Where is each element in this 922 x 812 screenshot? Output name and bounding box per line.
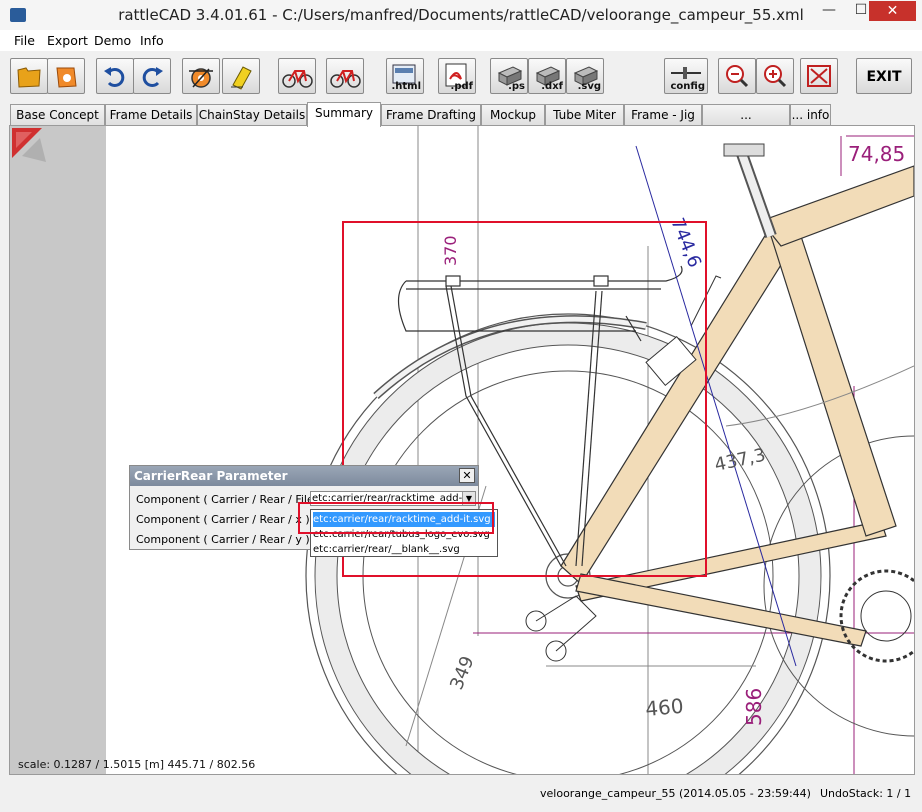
fit-to-window-icon [807, 65, 831, 87]
svg-label: .svg [577, 81, 601, 92]
html-label: .html [391, 81, 421, 92]
tab-tube-miter[interactable]: Tube Miter [545, 104, 624, 125]
zoom-in-button[interactable] [756, 58, 794, 94]
undo-stack-status: UndoStack: 1 / 1 [820, 787, 912, 800]
tab-base-concept[interactable]: Base Concept [10, 104, 105, 125]
menu-demo[interactable]: Demo [94, 33, 131, 48]
seat-clamp [723, 143, 765, 157]
scale-readout: scale: 0.1287 / 1.5015 [m] 445.71 / 802.… [18, 758, 256, 771]
export-pdf-button[interactable]: .pdf [438, 58, 476, 94]
dimension-top-tube: 437,3 [713, 445, 768, 476]
clear-button[interactable] [222, 58, 260, 94]
tab-chainstay-details[interactable]: ChainStay Details [197, 104, 307, 125]
title-bar: rattleCAD 3.4.01.61 - C:/Users/manfred/D… [0, 0, 922, 31]
bike-view-button[interactable] [278, 58, 316, 94]
menu-export[interactable]: Export [47, 33, 88, 48]
tab-mockup[interactable]: Mockup [481, 104, 545, 125]
menu-bar: File Export Demo Info [0, 30, 922, 51]
toolbar: .html .pdf .ps .dxf .svg config EXIT [0, 52, 922, 100]
status-file: veloorange_campeur_55 (2014.05.05 - 23:5… [540, 787, 811, 800]
minimize-button[interactable]: — [815, 0, 843, 21]
tab-components[interactable]: ... Components [702, 104, 790, 142]
bike-icon [330, 70, 361, 88]
render-button[interactable] [182, 58, 220, 94]
window-title: rattleCAD 3.4.01.61 - C:/Users/manfred/D… [118, 6, 804, 24]
menu-file[interactable]: File [14, 33, 35, 48]
chainring [839, 569, 914, 663]
open-folder-icon [17, 67, 41, 88]
top-tube [760, 165, 914, 247]
tab-summary[interactable]: Summary [307, 102, 381, 127]
sheet-corner-icon [12, 128, 46, 162]
config-button[interactable]: config [664, 58, 708, 94]
zoom-out-button[interactable] [718, 58, 756, 94]
gear-icon [189, 68, 213, 88]
chain-stay [575, 573, 867, 647]
status-bar: veloorange_campeur_55 (2014.05.05 - 23:5… [0, 782, 922, 806]
rear-derailleur [525, 595, 597, 662]
dimension-chainstay: 349 [446, 653, 478, 693]
open-file-button[interactable] [10, 58, 48, 94]
label-carrier-y: Component ( Carrier / Rear / y ) : [136, 533, 317, 546]
dialog-close-button[interactable]: ✕ [459, 468, 475, 483]
undo-icon [104, 67, 125, 87]
save-file-button[interactable] [47, 58, 85, 94]
export-dxf-button[interactable]: .dxf [528, 58, 566, 94]
export-ps-button[interactable]: .ps [490, 58, 528, 94]
tab-info[interactable]: ... info [790, 104, 831, 125]
undo-button[interactable] [96, 58, 134, 94]
export-svg-button[interactable]: .svg [566, 58, 604, 94]
tab-frame-drafting[interactable]: Frame Drafting [381, 104, 481, 125]
tab-bar: Base Concept Frame Details ChainStay Det… [0, 102, 922, 142]
bike-compare-button[interactable] [326, 58, 364, 94]
redo-icon [142, 67, 163, 87]
tab-frame-details[interactable]: Frame Details [105, 104, 197, 125]
dialog-title: CarrierRear Parameter [130, 466, 478, 486]
bike-icon [282, 70, 313, 88]
tab-frame-jig[interactable]: Frame - Jig [624, 104, 702, 125]
dimension-wheelbase: 460 [644, 694, 684, 721]
config-label: config [670, 81, 706, 92]
eraser-icon [231, 66, 252, 90]
ps-label: .ps [508, 81, 525, 92]
fit-view-button[interactable] [800, 58, 838, 94]
dxf-label: .dxf [541, 81, 563, 92]
sheet-margin [10, 126, 106, 774]
redo-button[interactable] [133, 58, 171, 94]
save-icon [56, 67, 77, 88]
exit-button[interactable]: EXIT [856, 58, 912, 94]
zoom-out-icon [726, 65, 749, 88]
pdf-label: .pdf [450, 81, 473, 92]
close-button[interactable]: ✕ [869, 1, 916, 21]
label-carrier-x: Component ( Carrier / Rear / x ) : [136, 513, 317, 526]
option-blank[interactable]: etc:carrier/rear/__blank__.svg [313, 542, 495, 557]
option-highlight [298, 502, 494, 534]
export-html-button[interactable]: .html [386, 58, 424, 94]
menu-info[interactable]: Info [140, 33, 164, 48]
zoom-in-icon [764, 65, 787, 88]
dimension-bb-height: 586 [742, 688, 766, 726]
dimension-top-right: 74,85 [848, 142, 905, 166]
